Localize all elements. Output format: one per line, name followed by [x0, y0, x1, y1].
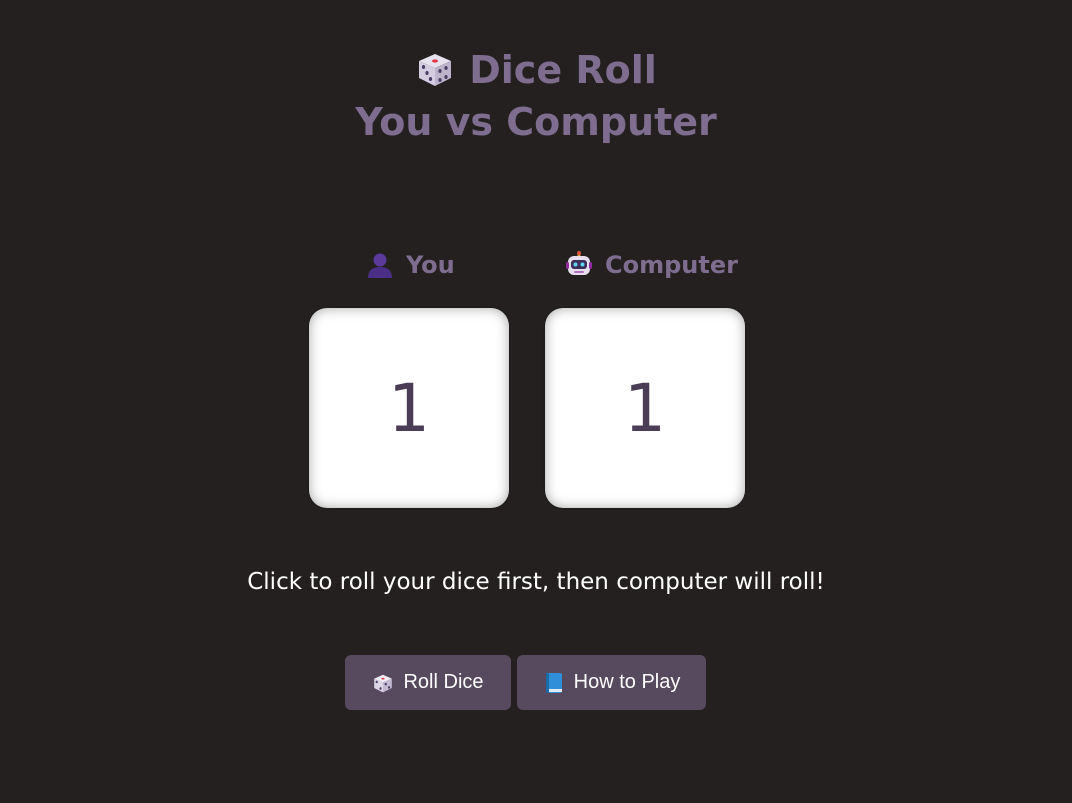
dice-icon — [415, 49, 455, 102]
player-label-computer: Computer — [565, 248, 738, 282]
roll-dice-button[interactable]: Roll Dice — [345, 655, 511, 710]
page-subtitle: You vs Computer — [355, 100, 717, 144]
status-message: Click to roll your dice first, then comp… — [247, 569, 825, 595]
how-to-play-label: How to Play — [573, 671, 681, 693]
title-text: Dice Roll — [469, 48, 657, 92]
robot-icon — [565, 251, 593, 279]
user-icon — [366, 251, 394, 279]
player-name-you: You — [406, 251, 455, 279]
book-icon — [543, 672, 565, 694]
player-die: 1 — [309, 308, 509, 508]
player-label-you: You — [366, 248, 455, 282]
dice-icon — [372, 672, 394, 694]
page-title: Dice Roll — [0, 44, 1072, 102]
computer-die: 1 — [545, 308, 745, 508]
player-name-computer: Computer — [605, 251, 738, 279]
game-page: Dice Roll You vs Computer You Computer 1… — [0, 0, 1072, 803]
how-to-play-button[interactable]: How to Play — [517, 655, 706, 710]
roll-dice-label: Roll Dice — [403, 671, 484, 693]
